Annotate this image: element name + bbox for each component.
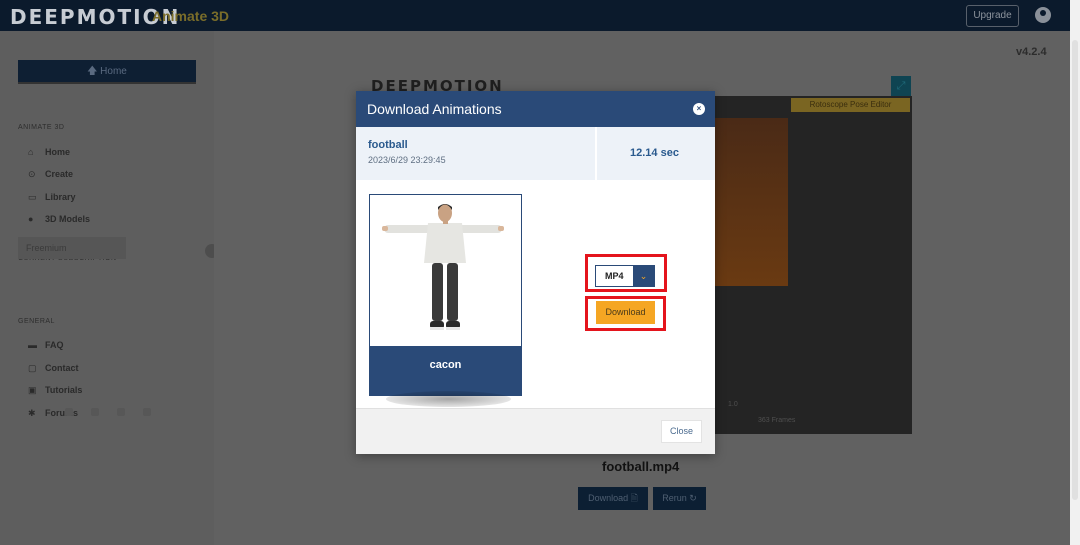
chat-icon: ▢ [28, 363, 37, 373]
playback-speed[interactable]: 1.0 [728, 401, 738, 408]
expand-icon[interactable]: ⤢ [891, 76, 911, 96]
facebook-icon[interactable] [65, 408, 73, 416]
video-icon: ▣ [28, 385, 37, 395]
top-bar: DEEPMOTION Animate 3D Upgrade [0, 0, 1070, 31]
model-card-footer[interactable] [369, 346, 522, 396]
animation-date: 2023/6/29 23:29:45 [368, 155, 446, 165]
format-select-value[interactable]: MP4 [605, 271, 624, 281]
sidebar-item-library[interactable]: ▭ Library [28, 192, 76, 203]
sidebar-item-tutorials[interactable]: ▣ Tutorials [28, 385, 82, 396]
section-title-general: GENERAL [18, 318, 55, 325]
upgrade-button[interactable]: Upgrade [966, 5, 1019, 27]
user-avatar-icon[interactable] [1035, 7, 1051, 23]
youtube-icon[interactable] [117, 408, 125, 416]
sidebar-item-label: Library [45, 192, 76, 202]
sidebar-home-button[interactable]: 🡅 Home [18, 60, 196, 84]
frame-count: 363 Frames [758, 417, 796, 424]
sidebar-item-label: Contact [45, 363, 79, 373]
close-icon[interactable]: × [693, 103, 705, 115]
book-icon: ▬ [28, 340, 37, 350]
download-file-button[interactable]: Download 🗎 [578, 487, 648, 510]
modal-header: Download Animations × [356, 91, 715, 127]
sidebar-item-faq[interactable]: ▬ FAQ [28, 340, 64, 350]
discord-icon[interactable] [143, 408, 151, 416]
home-icon: ⌂ [28, 147, 34, 157]
sidebar-item-label: FAQ [45, 340, 64, 350]
sidebar-item-label: Home [45, 147, 71, 157]
sidebar-item-contact[interactable]: ▢ Contact [28, 363, 79, 374]
rotoscope-pose-editor-button[interactable]: Rotoscope Pose Editor [791, 98, 910, 112]
sidebar: 🡅 Home [0, 31, 214, 545]
sidebar-item-label: Forums [45, 408, 79, 418]
animation-duration: 12.14 sec [630, 147, 679, 159]
section-title-animate3d: ANIMATE 3D [18, 124, 65, 131]
version-label: v4.2.4 [1016, 46, 1047, 58]
sidebar-item-3d-models[interactable]: ● 3D Models [28, 214, 90, 224]
model-name: cacon [429, 359, 462, 371]
subscription-plan: Freemium [18, 237, 126, 259]
sidebar-item-label: Tutorials [45, 385, 83, 395]
users-icon: ● [28, 214, 34, 224]
sidebar-item-create[interactable]: ⊙ Create [28, 169, 73, 180]
scrollbar-thumb[interactable] [1072, 40, 1078, 500]
folder-icon: ▭ [28, 192, 37, 202]
info-divider [595, 127, 597, 180]
sidebar-item-label: 3D Models [45, 214, 91, 224]
twitter-icon[interactable] [91, 408, 99, 416]
sidebar-item-home[interactable]: ⌂ Home [28, 147, 70, 157]
chevron-down-icon[interactable]: ⌄ [633, 266, 654, 286]
forum-icon: ✱ [28, 408, 36, 418]
close-button[interactable]: Close [661, 420, 702, 443]
animation-name: football [368, 139, 408, 151]
output-filename: football.mp4 [602, 459, 680, 474]
modal-title: Download Animations [367, 101, 502, 117]
character-model-image [382, 204, 504, 330]
rerun-button[interactable]: Rerun ↻ [653, 487, 706, 510]
product-name: Animate 3D [152, 8, 230, 24]
preview-background-image [715, 118, 788, 286]
sidebar-item-label: Create [45, 169, 74, 179]
download-animations-modal: Download Animations × football 2023/6/29… [356, 91, 715, 454]
create-icon: ⊙ [28, 169, 36, 179]
download-button[interactable]: Download [596, 301, 655, 324]
card-shadow [386, 391, 511, 407]
